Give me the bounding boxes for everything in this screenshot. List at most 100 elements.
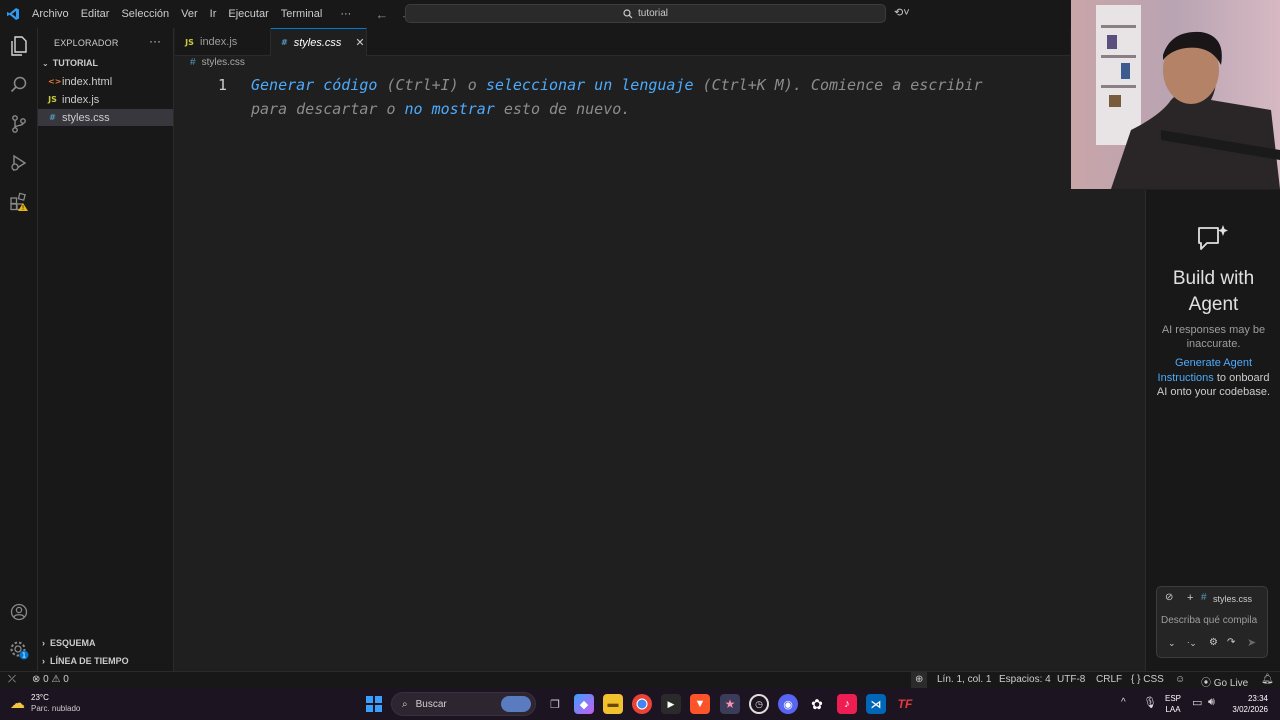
chat-disclaimer: AI responses may be inaccurate. (1161, 324, 1266, 350)
tab-styles-css[interactable]: # styles.css ✕ (271, 28, 367, 56)
account-icon[interactable] (7, 600, 31, 624)
brave-icon[interactable]: ▼ (690, 694, 710, 714)
file-explorer-icon[interactable]: ▬ (603, 694, 623, 714)
file-index-html[interactable]: <> index.html (38, 73, 173, 90)
source-control-icon[interactable] (7, 112, 31, 136)
explorer-icon[interactable] (7, 34, 31, 58)
explorer-title: EXPLORADOR (54, 38, 119, 48)
language-mode[interactable]: { } CSS (1131, 674, 1164, 685)
file-index-js[interactable]: JS index.js (38, 91, 173, 108)
chevron-right-icon: › (42, 638, 45, 648)
redo-arrow-icon[interactable]: ↷ (1227, 637, 1235, 648)
tab-label: index.js (200, 36, 238, 48)
file-label: styles.css (62, 111, 110, 124)
weather-cloud-icon: ☁ (10, 695, 25, 712)
weather-widget[interactable]: ☁ 23°C Parc. nublado (10, 692, 80, 714)
extensions-icon[interactable]: ! (7, 190, 31, 214)
command-center-search[interactable]: tutorial (405, 4, 886, 23)
ai-app-icon[interactable]: ★ (720, 694, 740, 714)
css-file-icon: # (49, 113, 56, 122)
attach-icon[interactable]: ⊘ (1165, 592, 1173, 603)
context-file-chip[interactable]: styles.css (1213, 594, 1252, 604)
terminal-app-icon[interactable]: ▶ (661, 694, 681, 714)
zoom-icon[interactable]: ⊕ (911, 672, 928, 688)
folder-tutorial[interactable]: ⌄ TUTORIAL (42, 58, 98, 68)
windows-start-icon[interactable] (366, 696, 382, 712)
cursor-position[interactable]: Lín. 1, col. 1 (937, 674, 991, 685)
line-ending[interactable]: CRLF (1096, 674, 1122, 685)
menu-ir[interactable]: Ir (204, 0, 223, 28)
chrome-icon[interactable] (632, 694, 652, 714)
remote-icon[interactable]: ⤫ (8, 674, 16, 685)
lang-code: ESP (1165, 694, 1182, 703)
copilot-app-icon[interactable]: ◆ (574, 694, 594, 714)
clock[interactable]: 23:34 3/02/2026 (1226, 693, 1268, 715)
chatgpt-icon[interactable]: ✿ (807, 694, 827, 714)
run-debug-icon[interactable] (7, 151, 31, 175)
weather-temp: 23°C (31, 693, 49, 702)
indentation[interactable]: Espacios: 4 (999, 674, 1051, 685)
menu-ver[interactable]: Ver (175, 0, 204, 28)
menu-ejecutar[interactable]: Ejecutar (222, 0, 274, 28)
add-context-icon[interactable]: + (1187, 592, 1193, 604)
menu-seleccion[interactable]: Selección (115, 0, 175, 28)
notifications-bell-icon[interactable]: 🔔︎ (1261, 674, 1274, 685)
clock-app-icon[interactable]: ◷ (749, 694, 769, 714)
problems-indicator[interactable]: ⊗ 0 ⚠ 0 (32, 674, 69, 685)
back-arrow-icon[interactable]: ← (369, 7, 394, 22)
close-icon[interactable]: ✕ (355, 36, 364, 49)
tools-icon[interactable]: ⚙ (1209, 637, 1218, 648)
css-file-icon: # (1201, 592, 1207, 603)
send-icon[interactable]: ➤ (1247, 636, 1256, 649)
section-esquema[interactable]: › ESQUEMA (42, 638, 96, 648)
language-label: CSS (1143, 674, 1164, 685)
chat-title: Build with Agent (1172, 268, 1255, 315)
taskbar-search-label: Buscar (415, 698, 447, 710)
editor-hint-line-1: Generar código (Ctrl+I) o seleccionar un… (251, 76, 983, 94)
menu-archivo[interactable]: Archivo (26, 0, 75, 28)
microphone-icon[interactable]: 🎙︎ (1143, 696, 1157, 709)
warning-icon: ⚠ (51, 674, 61, 685)
editor-hint-line-2: para descartar o no mostrar esto de nuev… (251, 100, 630, 118)
explorer-sidebar: EXPLORADOR ··· ⌄ TUTORIAL <> index.html … (38, 28, 174, 671)
more-actions-icon[interactable]: ··· (149, 34, 161, 48)
taskbar-search[interactable]: ⌕ Buscar (391, 692, 536, 716)
menu-terminal[interactable]: Terminal (275, 0, 329, 28)
encoding[interactable]: UTF-8 (1057, 674, 1085, 685)
menu-more[interactable]: ··· (334, 0, 357, 28)
chat-input-box[interactable]: ⊘ + # styles.css Describa qué compila ⌄ … (1156, 586, 1268, 658)
section-linea-de-tiempo[interactable]: › LÍNEA DE TIEMPO (42, 656, 129, 666)
volume-icon[interactable]: 🔊︎ (1208, 696, 1215, 709)
activity-bar: ! 1 (0, 28, 38, 671)
tab-index-js[interactable]: JS index.js (175, 28, 271, 56)
network-icon[interactable]: ▭ (1192, 696, 1202, 709)
windows-taskbar: ☁ 23°C Parc. nublado ⌕ Buscar ❐ ◆ ▬ ▶ ▼ … (0, 688, 1280, 720)
discord-icon[interactable]: ◉ (778, 694, 798, 714)
dont-show-link[interactable]: no mostrar (405, 100, 495, 118)
js-file-icon: JS (185, 37, 194, 47)
search-text: tutorial (637, 8, 668, 19)
code-editor[interactable] (175, 72, 1070, 670)
copilot-status-icon[interactable]: ☺ (1175, 674, 1185, 685)
go-live-button[interactable]: ⦿ Go Live (1201, 674, 1248, 689)
generate-code-link[interactable]: Generar código (251, 76, 377, 94)
vscode-app-icon[interactable]: ⋊ (866, 694, 886, 714)
search-icon[interactable] (7, 73, 31, 97)
task-view-icon[interactable]: ❐ (545, 694, 565, 714)
warning-count: 0 (63, 674, 69, 685)
file-styles-css[interactable]: # styles.css (38, 109, 173, 126)
mode-dropdown-icon[interactable]: ⌄ (1168, 638, 1176, 649)
model-dropdown-icon[interactable]: ᐧ⌄ (1187, 638, 1197, 649)
tiktok-icon[interactable]: ♪ (837, 694, 857, 714)
menu-editar[interactable]: Editar (75, 0, 116, 28)
file-label: index.js (62, 93, 100, 106)
tray-chevron-up-icon[interactable]: ^ (1121, 697, 1126, 708)
breadcrumb[interactable]: # styles.css (190, 57, 245, 68)
language-indicator[interactable]: ESP LAA (1165, 693, 1181, 715)
select-language-link[interactable]: seleccionar un lenguaje (486, 76, 694, 94)
section-label: LÍNEA DE TIEMPO (50, 656, 129, 666)
settings-gear-icon[interactable]: 1 (7, 638, 31, 662)
copilot-menu-icon[interactable]: ⟲˅ (894, 6, 910, 19)
chat-input-placeholder[interactable]: Describa qué compila (1161, 615, 1267, 626)
app-tf-icon[interactable]: TF (895, 694, 915, 714)
